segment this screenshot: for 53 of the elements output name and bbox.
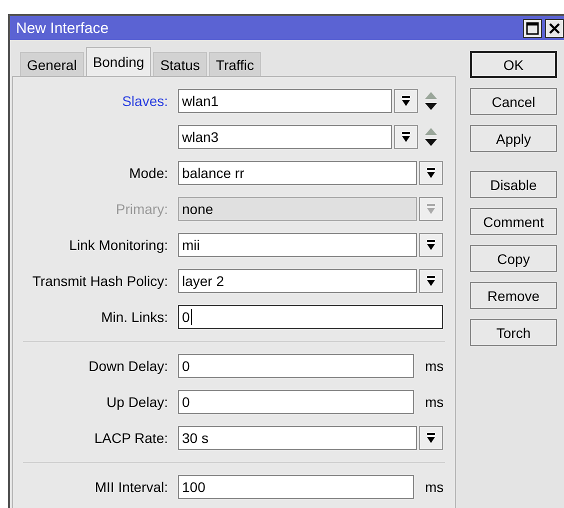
input-field[interactable]: 0 <box>178 354 414 378</box>
tab[interactable]: Bonding <box>86 47 152 76</box>
dropdown-button[interactable] <box>419 161 443 185</box>
field-label[interactable]: Slaves: <box>13 93 168 109</box>
field-label: Min. Links: <box>100 309 168 325</box>
dropdown-field[interactable]: layer 2 <box>178 269 417 293</box>
dropdown-arrow-icon <box>426 204 436 214</box>
dropdown-field[interactable]: wlan1 <box>178 89 392 113</box>
unit-label: ms <box>425 358 444 374</box>
input-field[interactable]: 0 <box>178 390 414 414</box>
dropdown-arrow-icon <box>426 432 436 444</box>
input-field[interactable]: 100 <box>178 475 414 499</box>
dropdown-arrow-icon <box>426 168 436 178</box>
field-label: Down Delay: <box>88 358 168 374</box>
up-down-arrows-icon[interactable] <box>424 91 438 111</box>
dropdown-arrow-icon <box>426 240 436 250</box>
close-icon[interactable] <box>545 18 564 38</box>
dropdown-arrow-icon <box>426 276 436 286</box>
up-down-arrows-icon[interactable] <box>424 127 438 147</box>
maximize-icon[interactable] <box>523 18 542 38</box>
field-label: LACP Rate: <box>93 430 168 446</box>
dialog-button[interactable]: Disable <box>470 171 557 198</box>
field-label: MII Interval: <box>94 479 168 495</box>
field-label: Primary: <box>114 201 168 217</box>
window-title: New Interface <box>16 20 109 36</box>
field-label: Transmit Hash Policy: <box>31 273 168 289</box>
unit-label: ms <box>425 479 444 495</box>
dialog-button[interactable]: Cancel <box>470 88 557 115</box>
dropdown-button[interactable] <box>419 233 443 257</box>
dropdown-arrow-icon <box>401 132 411 142</box>
dropdown-button[interactable] <box>419 269 443 293</box>
unit-label: ms <box>425 394 444 410</box>
dialog-button[interactable]: Copy <box>470 245 557 272</box>
field-label: Link Monitoring: <box>68 237 168 253</box>
input-field[interactable]: 0 <box>178 305 443 329</box>
dropdown-button[interactable] <box>394 89 418 113</box>
dropdown-button[interactable] <box>394 125 418 149</box>
dropdown-field[interactable]: wlan3 <box>178 125 392 149</box>
tab[interactable]: Traffic <box>208 52 262 76</box>
dropdown-button[interactable] <box>419 426 443 450</box>
field-label: Up Delay: <box>106 394 168 410</box>
dialog-button[interactable]: Torch <box>470 319 557 346</box>
dropdown-field[interactable]: balance rr <box>178 161 417 185</box>
dropdown-field[interactable]: mii <box>178 233 417 257</box>
dialog-button[interactable]: OK <box>470 51 557 78</box>
dropdown-arrow-icon <box>401 96 411 106</box>
field-label: Mode: <box>128 165 168 181</box>
dropdown-field[interactable]: 30 s <box>178 426 417 450</box>
dialog-button[interactable]: Remove <box>470 282 557 309</box>
tab[interactable]: Status <box>153 52 207 76</box>
tab[interactable]: General <box>20 52 84 76</box>
dialog-button[interactable]: Apply <box>470 125 557 152</box>
dialog-button[interactable]: Comment <box>470 208 557 235</box>
